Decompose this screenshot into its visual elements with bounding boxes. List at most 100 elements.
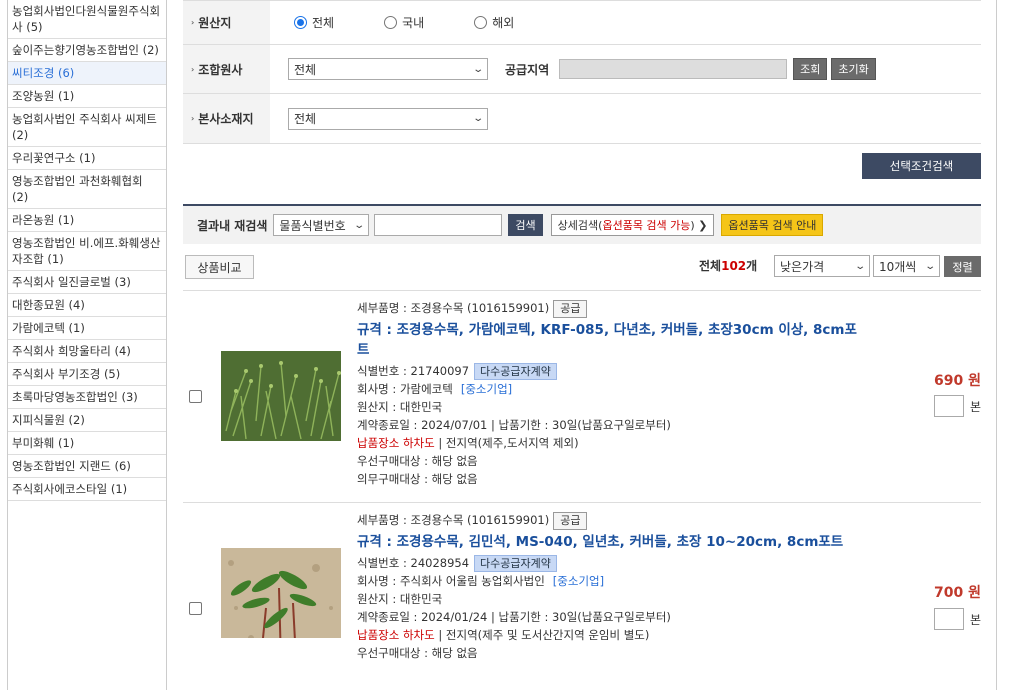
product-info: 세부품명 : 조경용수목 (1016159901) 공급 규격 : 조경용수목, … xyxy=(357,511,857,662)
inquiry-button[interactable]: 조회 xyxy=(793,58,828,80)
supply-button[interactable]: 공급 xyxy=(553,300,588,318)
company-name[interactable]: 주식회사 어울림 농업회사법인 xyxy=(400,574,545,588)
detail-name: 세부품명 : 조경용수목 (1016159901) xyxy=(357,301,550,315)
sidebar-item[interactable]: 가람에코텍 (1) xyxy=(8,317,166,340)
sidebar-item[interactable]: 영농조합법인 과천화훼협회 (2) xyxy=(8,170,166,209)
plant-image-icon xyxy=(221,351,341,441)
origin-row: › 원산지 전체 국내 해외 xyxy=(183,1,981,45)
sme-tag: [중소기업] xyxy=(552,574,605,588)
contract-tag: 다수공급자계약 xyxy=(474,555,557,572)
sidebar-item[interactable]: 주식회사 일진글로벌 (3) xyxy=(8,271,166,294)
bullet-icon: › xyxy=(191,64,195,74)
product-title[interactable]: 규격 : 조경용수목, 가람에코텍, KRF-085, 다년초, 커버들, 초장… xyxy=(357,320,857,360)
union-label: 조합원사 xyxy=(198,62,243,77)
id-number: 식별번호 : 21740097 xyxy=(357,364,470,378)
sort-button[interactable]: 정렬 xyxy=(944,256,981,277)
union-select[interactable]: 전체 ⌄ xyxy=(288,58,488,80)
product-image[interactable] xyxy=(221,351,341,441)
sidebar-item[interactable]: 영농조합법인 비.에프.화훼생산자조합 (1) xyxy=(8,232,166,271)
origin: 원산지 : 대한민국 xyxy=(357,400,443,414)
sidebar-item[interactable]: 씨티조경 (6) xyxy=(8,62,166,85)
contract-dates: 계약종료일 : 2024/01/24 | 납품기한 : 30일(납품요구일로부터… xyxy=(357,610,671,624)
sidebar-item[interactable]: 영농조합법인 지랜드 (6) xyxy=(8,455,166,478)
product-image[interactable] xyxy=(221,548,341,638)
sidebar-item[interactable]: 농업회사법인 주식회사 씨제트 (2) xyxy=(8,108,166,147)
condition-search-button[interactable]: 선택조건검색 xyxy=(862,153,981,179)
product-info: 세부품명 : 조경용수목 (1016159901) 공급 규격 : 조경용수목, … xyxy=(357,300,857,486)
radio-checked-icon[interactable] xyxy=(294,16,307,29)
origin-label: 원산지 xyxy=(198,16,232,30)
priority-purchase: 우선구매대상 : 해당 없음 xyxy=(357,454,478,468)
delivery-place: 납품장소 하차도 xyxy=(357,436,435,450)
chevron-down-icon: ⌄ xyxy=(853,260,866,272)
mandatory-purchase: 의무구매대상 : 해당 없음 xyxy=(357,472,478,486)
research-input[interactable] xyxy=(374,214,503,236)
sidebar-item[interactable]: 지피식물원 (2) xyxy=(8,409,166,432)
sidebar-item[interactable]: 조양농원 (1) xyxy=(8,85,166,108)
plant-image-icon xyxy=(221,548,341,638)
origin-radio-overseas[interactable]: 해외 xyxy=(474,14,514,31)
sidebar-item[interactable]: 농업회사법인다원식물원주식회사 (5) xyxy=(8,0,166,39)
product-price: 690 원 xyxy=(934,373,981,389)
quantity-unit: 본 xyxy=(969,613,981,627)
quantity-unit: 본 xyxy=(969,400,981,414)
sidebar-item[interactable]: 우리꽃연구소 (1) xyxy=(8,147,166,170)
right-divider xyxy=(996,0,997,690)
origin-radio-domestic[interactable]: 국내 xyxy=(384,14,424,31)
origin: 원산지 : 대한민국 xyxy=(357,592,443,606)
detail-search-button[interactable]: 상세검색(옵션품목 검색 가능) ❯ xyxy=(550,214,715,236)
sidebar-item[interactable]: 라온농원 (1) xyxy=(8,209,166,232)
id-number: 식별번호 : 24028954 xyxy=(357,556,470,570)
delivery-place: 납품장소 하차도 xyxy=(357,628,435,642)
page-size-select[interactable]: 10개씩 ⌄ xyxy=(873,255,940,277)
research-label: 결과내 재검색 xyxy=(197,218,268,233)
bullet-icon: › xyxy=(191,114,195,123)
hq-row: › 본사소재지 전체 ⌄ xyxy=(183,94,981,144)
contract-dates: 계약종료일 : 2024/07/01 | 납품기한 : 30일(납품요구일로부터… xyxy=(357,418,671,432)
radio-icon[interactable] xyxy=(474,16,488,29)
product-price: 700 원 xyxy=(934,585,981,601)
total-count: 전체102개 xyxy=(699,259,758,273)
chevron-down-icon: ⌄ xyxy=(923,260,936,272)
supplier-list: 농업회사법인다원식물원주식회사 (5) 숲이주는향기영농조합법인 (2) 씨티조경 … xyxy=(8,0,166,501)
research-search-button[interactable]: 검색 xyxy=(508,214,543,236)
result-research-bar: 결과내 재검색 물품식별번호 ⌄ 검색 상세검색(옵션품목 검색 가능) ❯ 옵션… xyxy=(183,204,981,244)
hq-select[interactable]: 전체 ⌄ xyxy=(288,107,488,130)
priority-purchase: 우선구매대상 : 해당 없음 xyxy=(357,646,478,660)
hq-label: 본사소재지 xyxy=(198,112,254,126)
sidebar-item[interactable]: 부미화훼 (1) xyxy=(8,432,166,455)
sidebar-item[interactable]: 주식회사에코스타일 (1) xyxy=(8,478,166,501)
supply-area-field[interactable] xyxy=(559,59,788,79)
chevron-down-icon: ⌄ xyxy=(353,219,366,231)
reset-button[interactable]: 초기화 xyxy=(831,58,876,80)
sidebar-item[interactable]: 주식회사 희망울타리 (4) xyxy=(8,340,166,363)
compare-button[interactable]: 상품비교 xyxy=(185,255,254,279)
product-checkbox[interactable] xyxy=(189,390,202,403)
chevron-down-icon: ⌄ xyxy=(471,63,484,75)
quantity-input[interactable] xyxy=(934,395,964,417)
quantity-input[interactable] xyxy=(934,608,964,630)
product-checkbox[interactable] xyxy=(189,602,202,615)
sort-select[interactable]: 낮은가격 ⌄ xyxy=(774,255,870,277)
research-field-select[interactable]: 물품식별번호 ⌄ xyxy=(273,214,370,236)
union-row: › 조합원사 전체 ⌄ 공급지역 조회 초기화 xyxy=(183,45,981,94)
sidebar-item[interactable]: 숲이주는향기영농조합법인 (2) xyxy=(8,39,166,62)
product-item: 세부품명 : 조경용수목 (1016159901) 공급 규격 : 조경용수목, … xyxy=(183,502,981,690)
sidebar-item[interactable]: 주식회사 부기조경 (5) xyxy=(8,363,166,386)
bullet-icon: › xyxy=(191,18,195,27)
radio-icon[interactable] xyxy=(384,16,398,29)
option-guide-button[interactable]: 옵션품목 검색 안내 xyxy=(721,214,824,236)
supply-button[interactable]: 공급 xyxy=(553,512,588,530)
company-name[interactable]: 가람에코텍 xyxy=(400,382,453,396)
contract-tag: 다수공급자계약 xyxy=(474,363,557,380)
chevron-down-icon: ⌄ xyxy=(471,113,484,124)
search-conditions: › 원산지 전체 국내 해외 › 조합원사 전체 ⌄ 공급지역 조회 초기화 › 본사소… xyxy=(183,0,981,144)
detail-name: 세부품명 : 조경용수목 (1016159901) xyxy=(357,513,550,527)
origin-radio-all[interactable]: 전체 xyxy=(294,14,334,31)
sidebar-item[interactable]: 대한종묘원 (4) xyxy=(8,294,166,317)
product-title[interactable]: 규격 : 조경용수목, 김민석, MS-040, 일년초, 커버들, 초장 10… xyxy=(357,532,857,552)
sidebar-item[interactable]: 초록마당영농조합법인 (3) xyxy=(8,386,166,409)
product-item: 세부품명 : 조경용수목 (1016159901) 공급 규격 : 조경용수목, … xyxy=(183,290,981,502)
supplier-sidebar: 농업회사법인다원식물원주식회사 (5) 숲이주는향기영농조합법인 (2) 씨티조경 … xyxy=(7,0,167,690)
sme-tag: [중소기업] xyxy=(460,382,513,396)
